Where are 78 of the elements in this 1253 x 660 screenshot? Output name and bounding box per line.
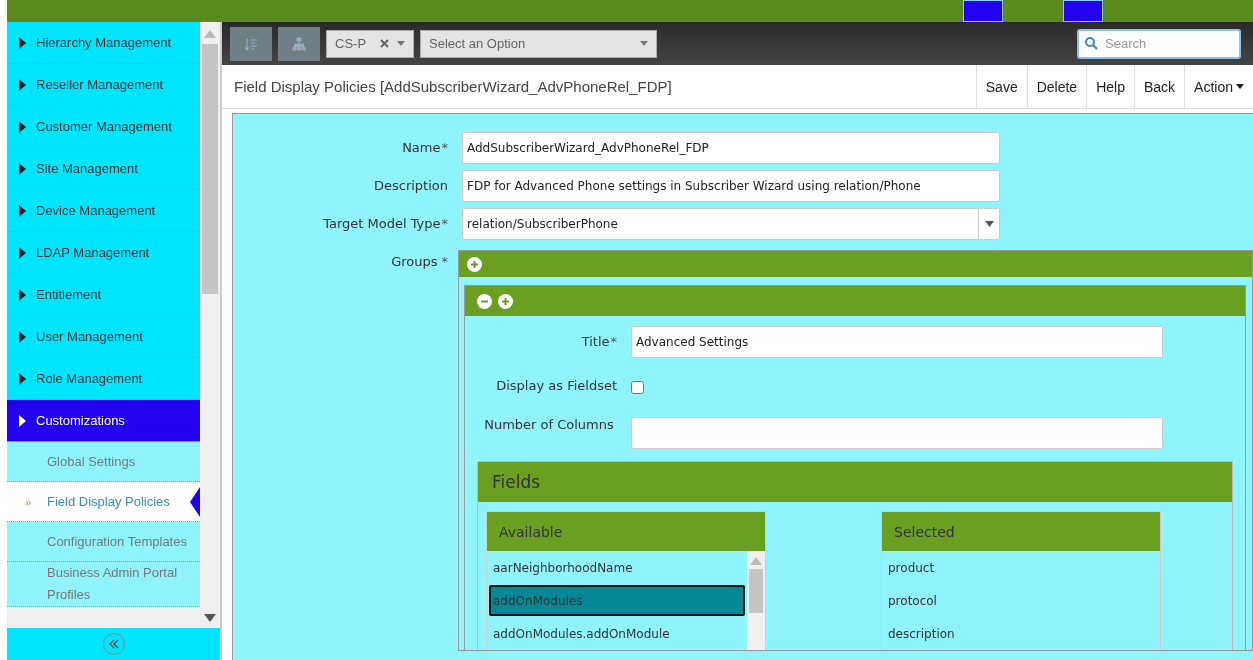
search-icon [1085,36,1098,50]
plus-icon [471,260,478,268]
scrollbar[interactable] [747,551,765,650]
list-heading: Selected [882,512,1160,551]
field-label: Groups * [390,253,448,271]
checkbox[interactable] [631,381,644,394]
caret-icon [397,41,405,46]
option-select[interactable]: Select an Option [420,29,657,58]
caret-icon [19,162,26,175]
sidebar-item[interactable]: Hierarchy Management [7,22,200,64]
caret-icon [1236,84,1244,89]
sidebar-subitem[interactable]: Business Admin Portal Profiles [7,562,200,607]
caret-icon [19,372,26,385]
sidebar-item[interactable]: User Management [7,316,200,358]
header-block [963,0,1003,22]
plus-icon [502,297,509,305]
list-item[interactable]: protocol [884,585,1158,616]
scroll-up-icon[interactable] [750,557,762,565]
required-mark: * [441,140,448,155]
input-field[interactable] [631,417,1163,449]
hierarchy-button[interactable] [278,26,320,61]
required-mark: * [441,254,448,269]
sidebar-item[interactable]: Customer Management [7,106,200,148]
list-item[interactable]: aarNeighborhoodName [489,552,745,583]
list-item[interactable]: addOnModules.addOnModule [489,618,745,649]
caret-icon [19,288,26,301]
field-label: Target Model Type* [322,215,448,233]
hierarchy-icon [292,36,306,51]
field-label: Description [372,177,448,195]
hierarchy-select[interactable]: CS-P [326,29,414,58]
field-label: Title* [580,333,617,351]
list-item[interactable]: product [884,552,1158,583]
required-mark: * [441,216,448,231]
input-field[interactable]: AddSubscriberWizard_AdvPhoneRel_FDP [462,132,1000,164]
collapse-button[interactable] [102,633,125,655]
sidebar-item[interactable]: LDAP Management [7,232,200,274]
pointer-icon [190,486,200,517]
list-item[interactable]: description [884,618,1158,649]
sidebar-item[interactable]: Reseller Management [7,64,200,106]
caret-icon [19,414,26,427]
select-field[interactable]: relation/SubscriberPhone [462,208,1000,240]
sidebar-subitem[interactable]: » Field Display Policies [7,482,200,522]
caret-icon [640,41,648,46]
caret-icon [19,36,26,49]
page-title: Field Display Policies [AddSubscriberWizard_AdvPhoneRel_FDP] [233,78,673,95]
caret-icon [19,330,26,343]
panel-heading: Fields [478,462,1232,502]
remove-button[interactable] [477,293,492,309]
input-field[interactable]: FDP for Advanced Phone settings in Subscriber Wizard using relation/Phone [462,170,1000,202]
field-label: Number of Columns [483,416,615,434]
sort-button[interactable] [230,26,272,61]
double-chevron-icon [108,639,119,649]
list-heading: Available [487,512,765,551]
caret-icon [19,120,26,133]
sort-icon [244,36,258,51]
input-field[interactable]: Advanced Settings [631,326,1163,358]
required-mark: * [610,334,617,349]
search-field[interactable]: Search [1077,28,1241,59]
sidebar-item[interactable]: Entitlement [7,274,200,316]
add-button[interactable] [498,293,513,309]
add-button[interactable] [467,256,482,272]
scroll-down-icon[interactable] [204,614,216,622]
caret-icon [19,204,26,217]
caret-icon [984,221,994,227]
scroll-up-icon[interactable] [204,30,216,38]
field-label: Display as Fieldset [495,377,617,395]
sidebar-subitem[interactable]: Global Settings [7,442,200,482]
clear-icon[interactable] [380,39,389,48]
caret-icon [19,78,26,91]
sidebar-subitem[interactable]: Configuration Templates [7,522,200,562]
sidebar-item[interactable]: Site Management [7,148,200,190]
sidebar-item[interactable]: Device Management [7,190,200,232]
sidebar-item[interactable]: Customizations [7,400,200,442]
header-block [1063,0,1103,22]
caret-icon [19,246,26,259]
chevron-icon: » [25,490,32,513]
field-label: Name* [401,139,448,157]
sidebar-item[interactable]: Role Management [7,358,200,400]
